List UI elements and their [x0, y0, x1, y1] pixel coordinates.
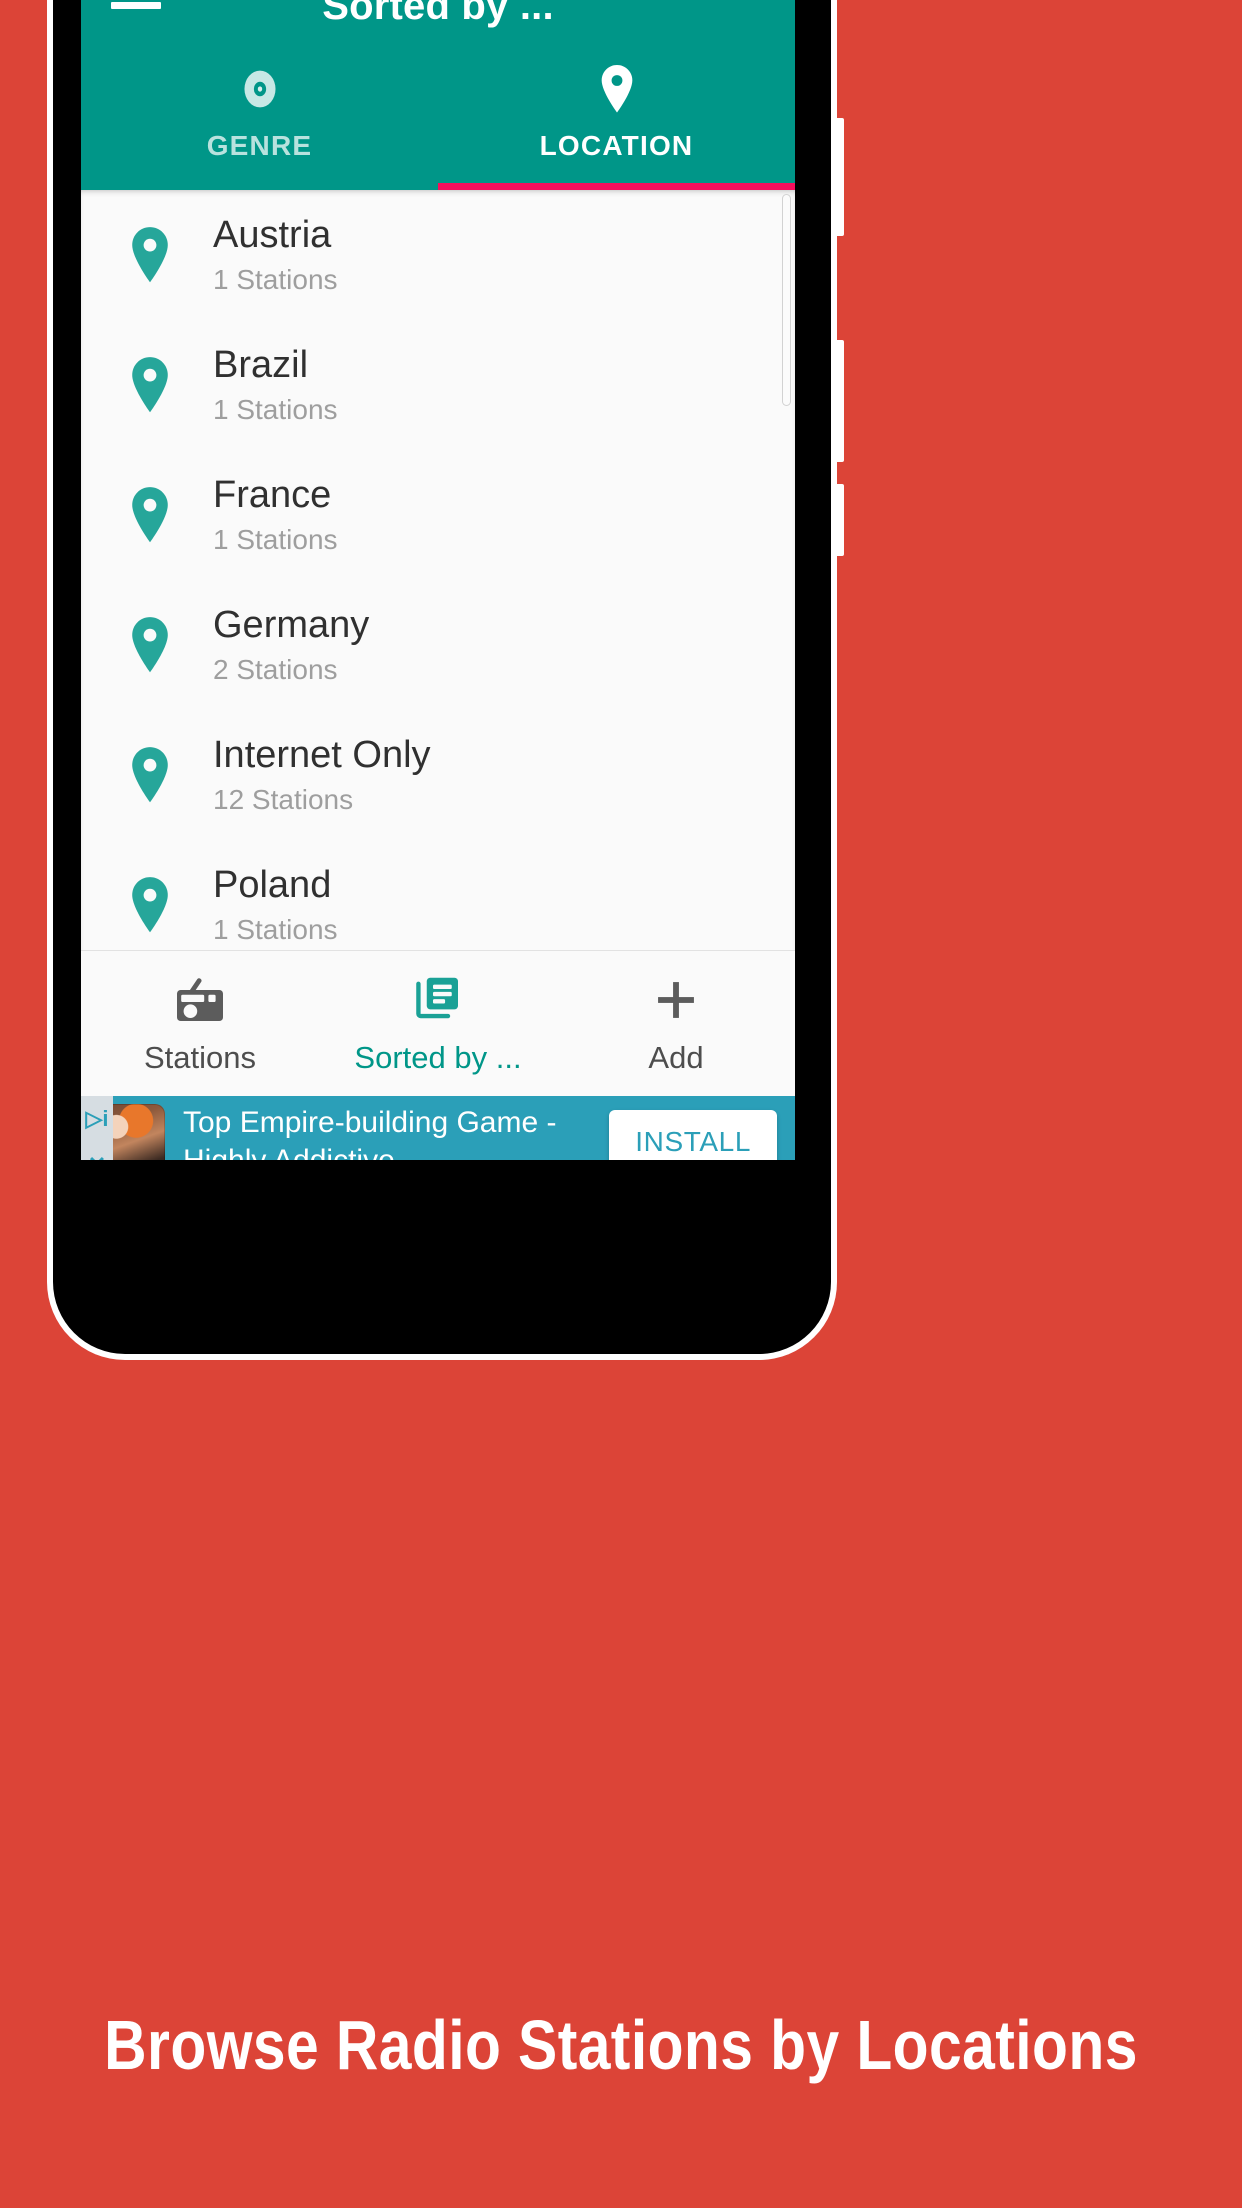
location-pin-icon	[105, 876, 195, 934]
list-item-station-count: 2 Stations	[213, 653, 338, 685]
phone-side-button-volume-down[interactable]	[834, 340, 844, 462]
ad-badges: ▷i ✕	[81, 1096, 113, 1160]
list-item[interactable]: Austria 1 Stations	[81, 190, 795, 320]
tab-bar: GENRE LOCATION	[81, 50, 795, 190]
location-pin-icon	[105, 616, 195, 674]
phone-side-button-volume-up[interactable]	[834, 118, 844, 236]
list-scrollbar[interactable]	[782, 194, 791, 406]
list-item-station-count: 1 Stations	[213, 913, 338, 945]
list-item-station-count: 12 Stations	[213, 783, 354, 815]
tab-genre[interactable]: GENRE	[81, 50, 438, 190]
nav-item-sorted-by-label: Sorted by ...	[354, 1039, 522, 1075]
list-item[interactable]: France 1 Stations	[81, 450, 795, 580]
tab-location-label: LOCATION	[539, 130, 694, 161]
promo-caption: Browse Radio Stations by Locations	[104, 2006, 1138, 2084]
list-item-text: Brazil 1 Stations	[213, 344, 338, 425]
tab-location[interactable]: LOCATION	[438, 50, 795, 190]
list-item-title: Internet Only	[213, 734, 431, 777]
nav-item-stations-label: Stations	[143, 1039, 256, 1075]
nav-item-add[interactable]: Add	[557, 951, 795, 1096]
bottom-navigation-bar: Stations Sorted by ... Add	[81, 950, 795, 1096]
list-item-title: Austria	[213, 214, 332, 257]
tab-active-indicator	[438, 183, 795, 190]
ad-install-button[interactable]: INSTALL	[609, 1110, 777, 1160]
tab-genre-label: GENRE	[206, 130, 313, 161]
location-pin-icon	[105, 746, 195, 804]
location-pin-icon	[105, 486, 195, 544]
list-item-title: France	[213, 474, 332, 517]
nav-item-sorted-by[interactable]: Sorted by ...	[319, 951, 557, 1096]
nav-item-add-label: Add	[648, 1039, 704, 1075]
disc-icon	[237, 64, 283, 114]
list-item-station-count: 1 Stations	[213, 523, 338, 555]
location-list[interactable]: Austria 1 Stations Brazil 1 Stations Fra…	[81, 190, 795, 950]
phone-side-button-power[interactable]	[834, 484, 844, 556]
list-item-title: Poland	[213, 864, 332, 907]
list-item-station-count: 1 Stations	[213, 393, 338, 425]
list-item-text: Internet Only 12 Stations	[213, 734, 431, 815]
ad-banner[interactable]: ▷i ✕ Top Empire-building Game -Highly Ad…	[81, 1096, 795, 1160]
list-item-title: Brazil	[213, 344, 309, 387]
list-item-text: Germany 2 Stations	[213, 604, 369, 685]
ad-close-icon[interactable]: ✕	[81, 1142, 113, 1160]
plus-icon	[651, 972, 701, 1028]
app-screen: Sorted by ... GENRE LOCATION Austria 1 S…	[81, 0, 795, 1160]
list-item-text: Poland 1 Stations	[213, 864, 338, 945]
location-pin-icon	[596, 64, 638, 114]
location-pin-icon	[105, 356, 195, 414]
list-item-text: France 1 Stations	[213, 474, 338, 555]
list-item[interactable]: Poland 1 Stations	[81, 840, 795, 950]
nav-item-stations[interactable]: Stations	[81, 951, 319, 1096]
article-icon	[413, 972, 463, 1028]
list-item[interactable]: Germany 2 Stations	[81, 580, 795, 710]
app-bar: Sorted by ...	[81, 0, 795, 50]
list-item-station-count: 1 Stations	[213, 263, 338, 295]
location-pin-icon	[105, 226, 195, 284]
list-item-text: Austria 1 Stations	[213, 214, 338, 295]
list-item[interactable]: Brazil 1 Stations	[81, 320, 795, 450]
list-item[interactable]: Internet Only 12 Stations	[81, 710, 795, 840]
list-item-title: Germany	[213, 604, 370, 647]
ad-info-icon[interactable]: ▷i	[81, 1096, 113, 1142]
page-title: Sorted by ...	[322, 0, 554, 28]
radio-icon	[174, 972, 226, 1028]
ad-headline: Top Empire-building Game -Highly Addicti…	[183, 1105, 557, 1160]
